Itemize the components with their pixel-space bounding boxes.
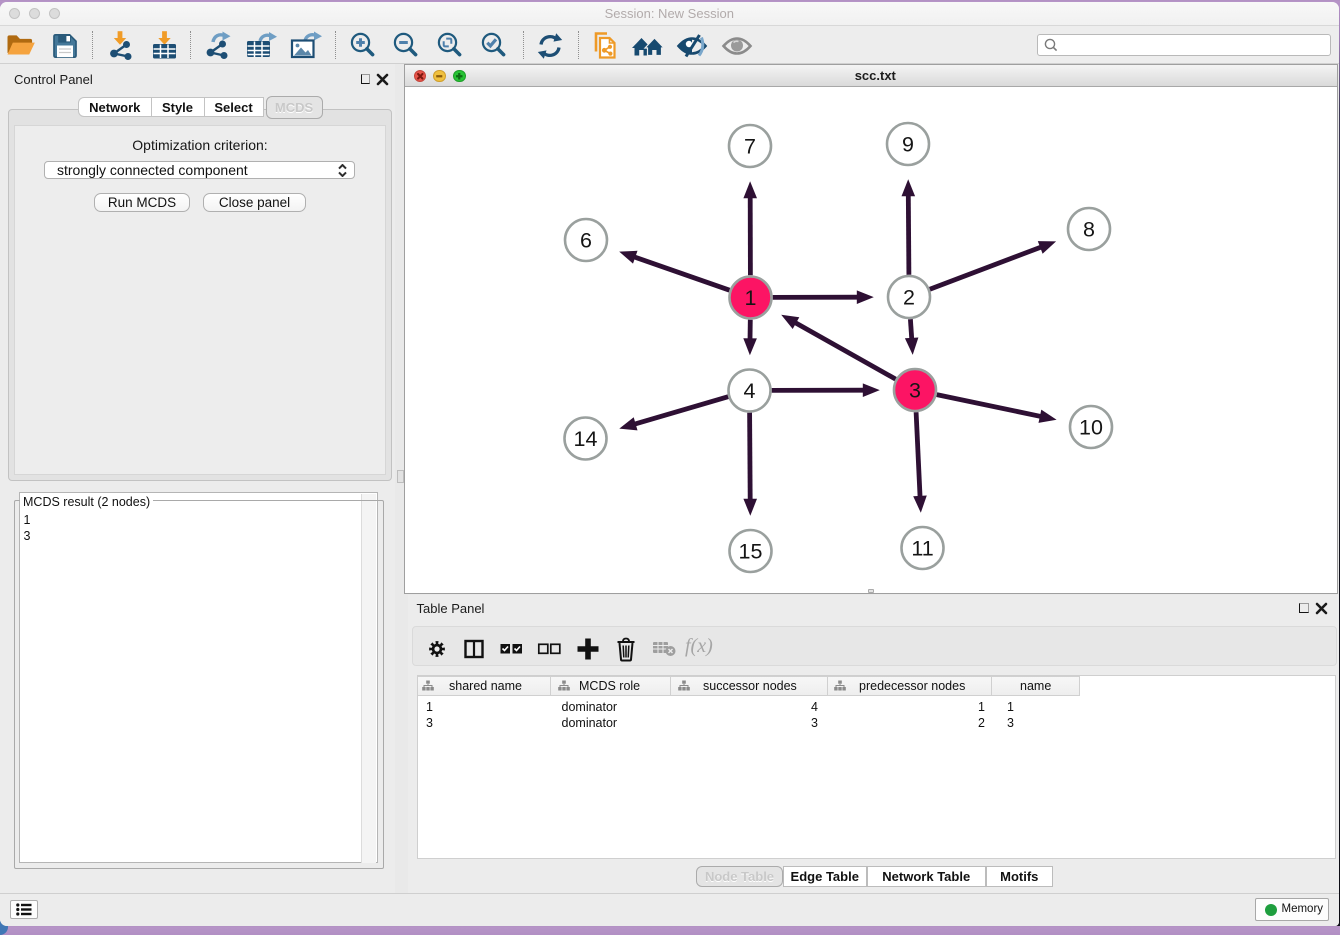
svg-text:2: 2 (903, 286, 915, 310)
svg-text:1: 1 (745, 286, 757, 310)
svg-text:3: 3 (909, 379, 921, 403)
svg-text:4: 4 (744, 379, 756, 403)
svg-text:11: 11 (911, 537, 933, 561)
svg-text:6: 6 (580, 229, 592, 253)
svg-text:7: 7 (744, 135, 756, 159)
svg-text:15: 15 (739, 540, 763, 564)
svg-text:14: 14 (574, 427, 598, 451)
svg-text:9: 9 (902, 133, 914, 157)
svg-text:8: 8 (1083, 218, 1095, 242)
svg-text:10: 10 (1079, 416, 1103, 440)
